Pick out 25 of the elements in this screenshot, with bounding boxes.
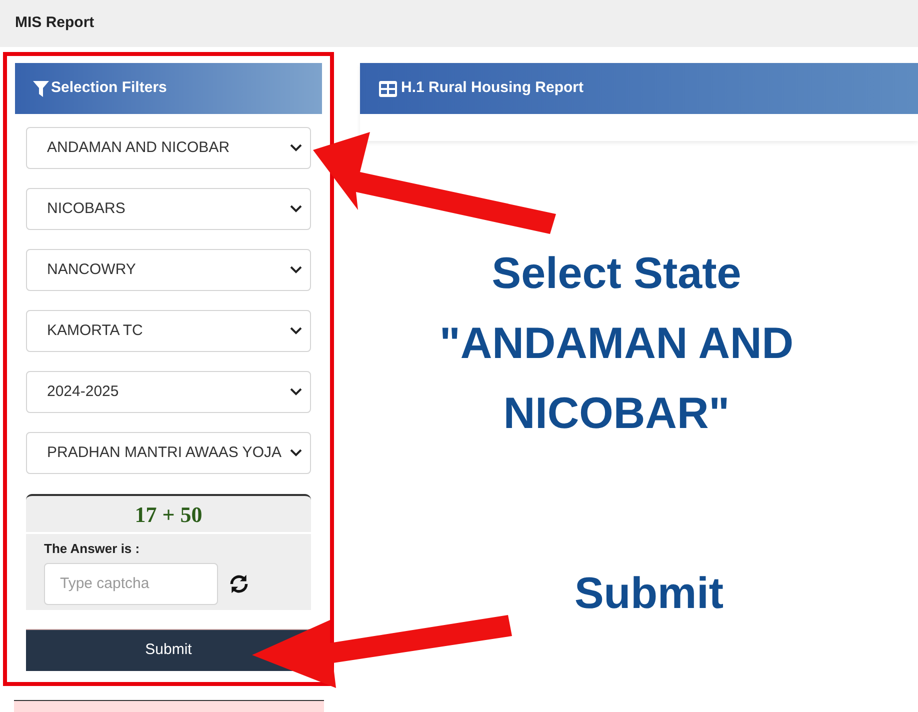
chevron-down-icon [290,144,302,152]
panel-title: Selection Filters [51,78,167,98]
dropdown-select[interactable]: NICOBARS [26,188,311,230]
captcha-expression: 17 + 50 [134,500,202,528]
filter-icon [33,80,49,96]
chevron-down-icon [290,327,302,335]
annotation-text: Select State [492,248,742,300]
annotation-text: Submit [574,568,724,620]
page-title: MIS Report [15,13,94,34]
dropdown-select[interactable]: 2024-2025 [26,371,311,413]
annotation-text: NICOBAR" [503,388,730,440]
chevron-down-icon [290,205,302,213]
chevron-down-icon [290,388,302,396]
chevron-down-icon [290,449,302,457]
dropdown-select[interactable]: PRADHAN MANTRI AWAAS YOJA [26,432,311,474]
table-icon [379,80,397,96]
dropdown-select[interactable]: ANDAMAN AND NICOBAR [26,127,311,169]
refresh-icon[interactable] [228,572,250,594]
chevron-down-icon [290,266,302,274]
report-title: H.1 Rural Housing Report [401,78,584,98]
captcha-field[interactable]: Type captcha [44,562,218,604]
answer-label: The Answer is : [44,540,141,558]
annotation-text: "ANDAMAN AND [439,318,794,370]
dropdown-select[interactable]: NANCOWRY [26,249,311,291]
dropdown-select[interactable]: KAMORTA TC [26,310,311,352]
